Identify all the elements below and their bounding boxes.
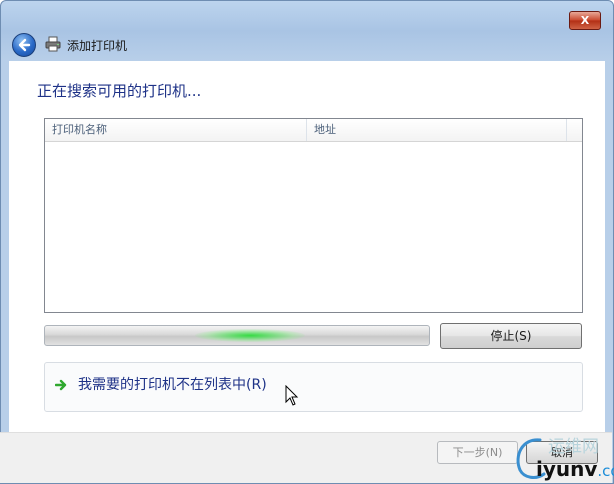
search-progress-bar [44, 325, 430, 346]
back-button[interactable] [12, 33, 36, 57]
close-button[interactable]: X [569, 11, 601, 30]
page-heading: 正在搜索可用的打印机... [37, 82, 202, 100]
column-header-printer-name[interactable]: 打印机名称 [45, 119, 307, 141]
printer-icon [45, 36, 61, 52]
back-arrow-icon [18, 38, 31, 52]
printer-list[interactable]: 打印机名称 地址 [44, 118, 583, 313]
window-title: 添加打印机 [67, 39, 128, 53]
green-arrow-icon [55, 379, 67, 391]
title-bar: X [1, 1, 613, 35]
printer-not-listed-link[interactable]: 我需要的打印机不在列表中(R) [44, 362, 583, 412]
watermark-domain: iyunv.com [536, 457, 614, 481]
list-header: 打印机名称 地址 [45, 119, 582, 142]
stop-button[interactable]: 停止(S) [440, 323, 582, 349]
next-button[interactable]: 下一步(N) [437, 441, 518, 464]
close-icon: X [580, 14, 590, 27]
column-header-address[interactable]: 地址 [307, 119, 567, 141]
progress-glow [195, 329, 305, 342]
mouse-cursor-icon [285, 385, 299, 406]
watermark-text: 运维网 [548, 437, 599, 457]
printer-not-listed-label: 我需要的打印机不在列表中(R) [78, 377, 267, 393]
